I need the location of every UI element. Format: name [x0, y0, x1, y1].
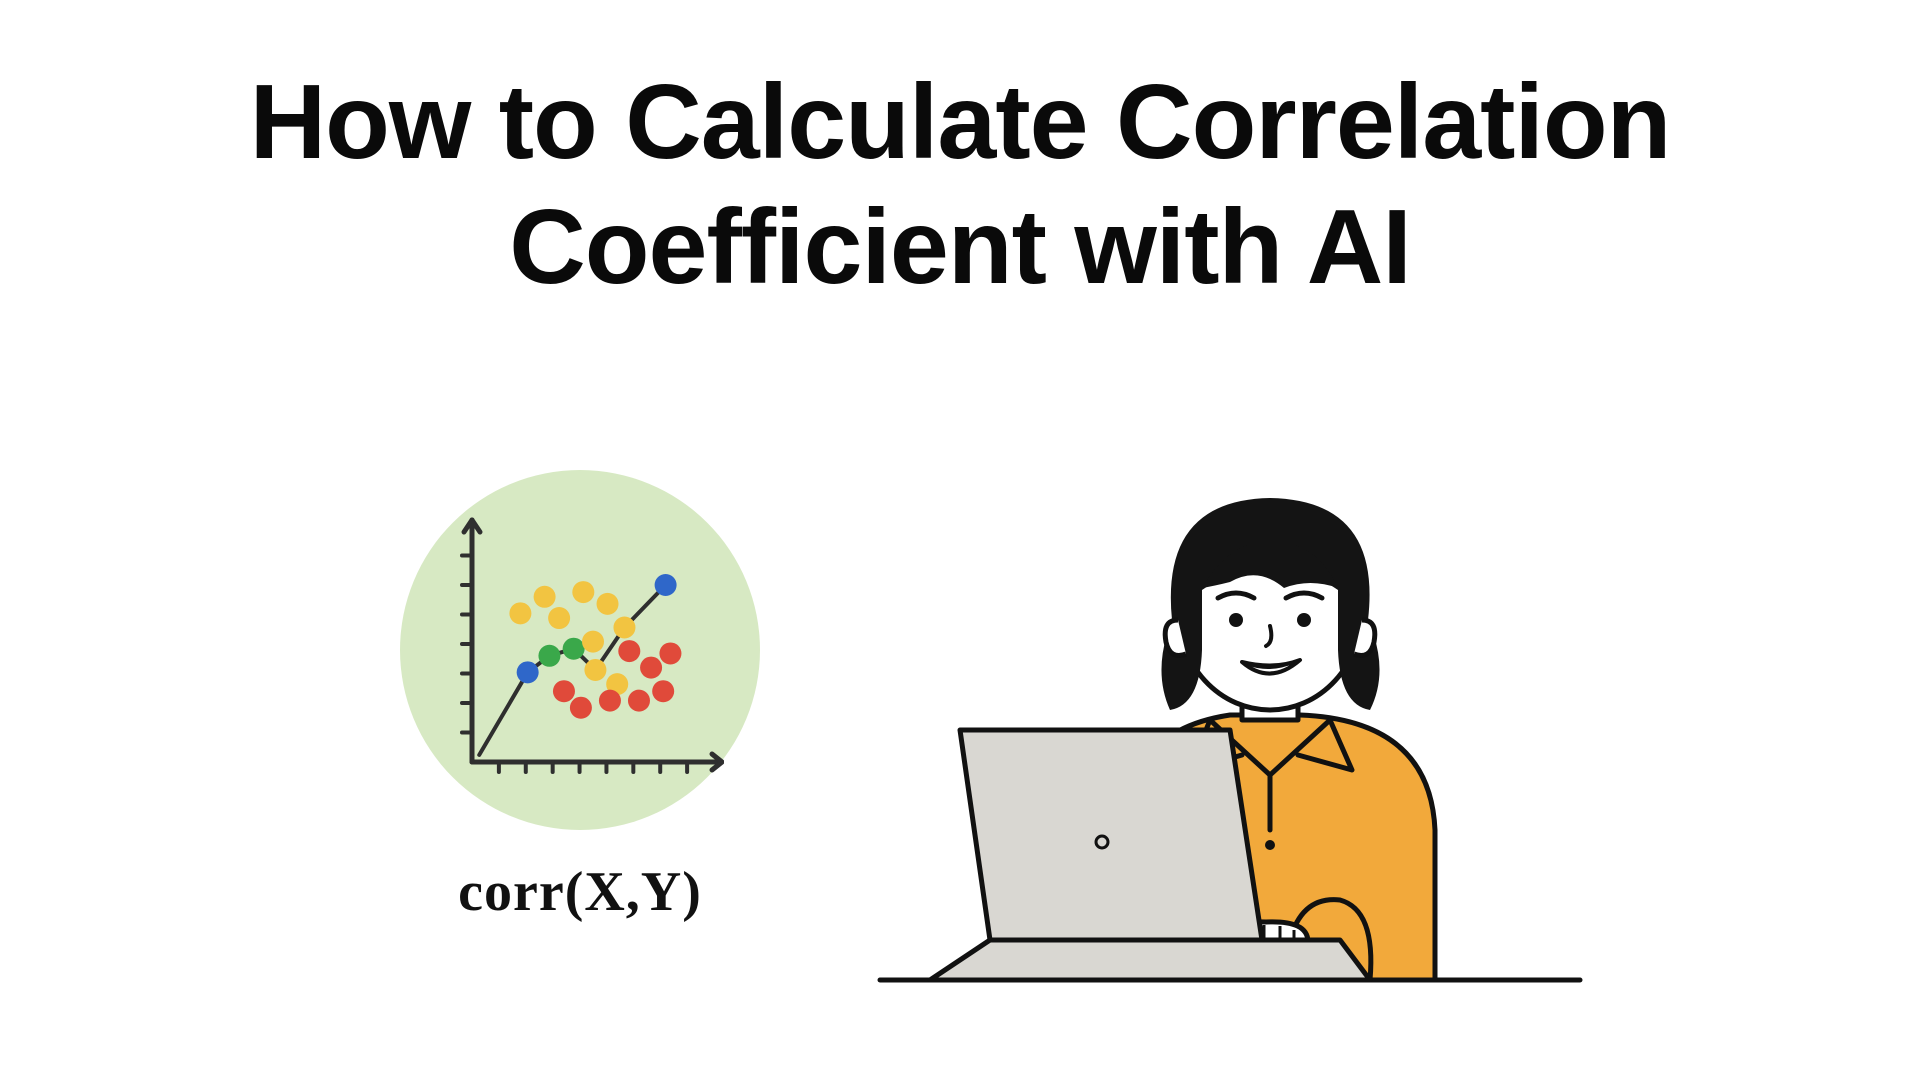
formula-text: corr(X,Y): [370, 860, 790, 924]
chart-illustration: corr(X,Y): [370, 470, 790, 924]
person-at-laptop-icon: [870, 470, 1590, 1030]
scatter-chart-icon: [444, 510, 724, 790]
page-title: How to Calculate Correlation Coefficient…: [0, 60, 1920, 310]
person-illustration: [870, 470, 1590, 1030]
chart-circle-bg: [400, 470, 760, 830]
lower-content: corr(X,Y): [0, 480, 1920, 1080]
